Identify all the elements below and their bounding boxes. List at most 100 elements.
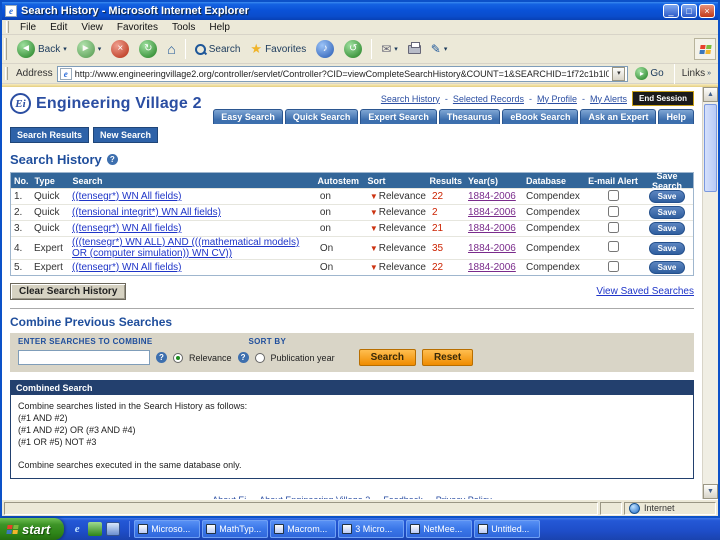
scrollbar-thumb[interactable] bbox=[704, 104, 717, 192]
sort-desc-icon[interactable]: ▼ bbox=[370, 192, 378, 201]
menu-tools[interactable]: Tools bbox=[165, 22, 202, 33]
maximize-button[interactable]: □ bbox=[681, 4, 697, 18]
link-selected-records[interactable]: Selected Records bbox=[453, 94, 524, 104]
email-alert-checkbox[interactable] bbox=[607, 260, 619, 272]
link-my-profile[interactable]: My Profile bbox=[537, 94, 577, 104]
minimize-button[interactable]: _ bbox=[663, 4, 679, 18]
tab-search-results[interactable]: Search Results bbox=[10, 127, 90, 143]
menu-edit[interactable]: Edit bbox=[43, 22, 74, 33]
scroll-up-button[interactable]: ▲ bbox=[703, 87, 718, 102]
edit-button[interactable]: ✎ ▾ bbox=[427, 40, 452, 58]
address-input[interactable] bbox=[74, 68, 610, 79]
forward-button[interactable]: ► ▾ bbox=[73, 38, 106, 60]
menu-file[interactable]: File bbox=[13, 22, 43, 33]
save-search-button[interactable]: Save bbox=[649, 222, 685, 235]
tab-new-search[interactable]: New Search bbox=[93, 127, 159, 143]
edit-dropdown-icon[interactable]: ▾ bbox=[444, 45, 448, 53]
years-link[interactable]: 1884-2006 bbox=[468, 262, 516, 273]
print-button[interactable] bbox=[404, 41, 425, 56]
email-alert-checkbox[interactable] bbox=[607, 221, 619, 233]
tab-expert-search[interactable]: Expert Search bbox=[360, 109, 437, 124]
refresh-button[interactable]: ↻ bbox=[135, 38, 161, 60]
show-desktop-icon[interactable] bbox=[106, 522, 121, 536]
task-button[interactable]: Microso... bbox=[134, 520, 201, 538]
menu-view[interactable]: View bbox=[74, 22, 110, 33]
go-button[interactable]: ▸ Go bbox=[632, 67, 666, 80]
email-alert-checkbox[interactable] bbox=[607, 189, 619, 201]
years-link[interactable]: 1884-2006 bbox=[468, 243, 516, 254]
menu-help[interactable]: Help bbox=[202, 22, 237, 33]
email-alert-checkbox[interactable] bbox=[607, 241, 619, 252]
link-search-history[interactable]: Search History bbox=[381, 94, 440, 104]
help-icon[interactable]: ? bbox=[156, 352, 167, 363]
links-toolbar[interactable]: Links » bbox=[682, 68, 715, 79]
quicklaunch-app-icon[interactable] bbox=[88, 522, 103, 536]
toolbar-grip[interactable] bbox=[4, 37, 7, 61]
menu-favorites[interactable]: Favorites bbox=[110, 22, 165, 33]
link-my-alerts[interactable]: My Alerts bbox=[590, 94, 627, 104]
years-link[interactable]: 1884-2006 bbox=[468, 191, 516, 202]
mail-dropdown-icon[interactable]: ▾ bbox=[394, 45, 398, 53]
tab-easy-search[interactable]: Easy Search bbox=[213, 109, 283, 124]
clear-search-history-button[interactable]: Clear Search History bbox=[10, 283, 127, 300]
address-dropdown-button[interactable]: ▾ bbox=[612, 66, 626, 81]
tab-help[interactable]: Help bbox=[658, 109, 694, 124]
footer-about-ei[interactable]: About Ei bbox=[212, 495, 246, 499]
start-button[interactable]: start bbox=[0, 518, 65, 540]
task-button[interactable]: MathTyp... bbox=[202, 520, 269, 538]
home-button[interactable]: ⌂ bbox=[163, 39, 179, 59]
favorites-button[interactable]: ★ Favorites bbox=[246, 39, 310, 59]
sort-desc-icon[interactable]: ▼ bbox=[370, 263, 378, 272]
quicklaunch-ie-icon[interactable]: e bbox=[70, 522, 84, 536]
combine-search-button[interactable]: Search bbox=[358, 349, 416, 366]
search-button[interactable]: Search bbox=[191, 42, 245, 57]
save-search-button[interactable]: Save bbox=[649, 206, 685, 219]
tab-ebook-search[interactable]: eBook Search bbox=[502, 109, 579, 124]
sort-desc-icon[interactable]: ▼ bbox=[370, 208, 378, 217]
radio-publication-year[interactable] bbox=[254, 352, 265, 363]
search-link[interactable]: ((tensegr*) WN All fields) bbox=[72, 191, 181, 202]
media-button[interactable]: ♪ bbox=[312, 38, 338, 60]
sort-desc-icon[interactable]: ▼ bbox=[370, 244, 378, 253]
help-icon[interactable]: ? bbox=[237, 352, 249, 363]
mail-button[interactable]: ✉ ▾ bbox=[377, 40, 402, 58]
close-button[interactable]: × bbox=[699, 4, 715, 18]
tab-thesaurus[interactable]: Thesaurus bbox=[438, 109, 501, 124]
scroll-down-button[interactable]: ▼ bbox=[703, 484, 718, 499]
save-search-button[interactable]: Save bbox=[649, 241, 685, 255]
forward-dropdown-icon[interactable]: ▾ bbox=[98, 45, 102, 53]
footer-about-ev2[interactable]: About Engineering Village 2 bbox=[259, 495, 370, 499]
combine-searches-input[interactable] bbox=[18, 350, 150, 365]
toolbar-grip[interactable] bbox=[6, 21, 9, 33]
search-link[interactable]: ((tensegr*) WN All fields) bbox=[72, 262, 181, 273]
footer-feedback[interactable]: Feedback bbox=[383, 495, 423, 499]
task-button[interactable]: Untitled... bbox=[474, 520, 541, 538]
end-session-button[interactable]: End Session bbox=[631, 91, 694, 106]
years-link[interactable]: 1884-2006 bbox=[468, 223, 516, 234]
radio-relevance[interactable] bbox=[173, 352, 183, 363]
task-button[interactable]: NetMee... bbox=[406, 520, 473, 538]
task-button[interactable]: 3 Micro... bbox=[338, 520, 405, 538]
save-search-button[interactable]: Save bbox=[649, 190, 685, 203]
search-link[interactable]: (((tensegr*) WN ALL) AND (((mathematical… bbox=[72, 237, 299, 259]
search-link[interactable]: ((tensional integrit*) WN All fields) bbox=[72, 207, 221, 218]
view-saved-searches-link[interactable]: View Saved Searches bbox=[596, 286, 694, 297]
back-dropdown-icon[interactable]: ▾ bbox=[63, 45, 67, 53]
task-button[interactable]: Macrom... bbox=[270, 520, 337, 538]
tab-ask-an-expert[interactable]: Ask an Expert bbox=[580, 109, 657, 124]
sort-desc-icon[interactable]: ▼ bbox=[370, 224, 378, 233]
back-button[interactable]: ◄ Back ▾ bbox=[13, 38, 71, 60]
help-icon[interactable]: ? bbox=[106, 154, 118, 165]
footer-privacy-policy[interactable]: Privacy Policy bbox=[436, 495, 492, 499]
save-search-button[interactable]: Save bbox=[649, 261, 685, 274]
combine-reset-button[interactable]: Reset bbox=[421, 349, 474, 366]
toolbar-grip[interactable] bbox=[5, 66, 8, 81]
search-link[interactable]: ((tensegr*) WN All fields) bbox=[72, 223, 181, 234]
tab-quick-search[interactable]: Quick Search bbox=[284, 109, 359, 124]
email-alert-checkbox[interactable] bbox=[607, 205, 619, 217]
stop-button[interactable]: × bbox=[107, 38, 133, 60]
history-button[interactable]: ↺ bbox=[340, 38, 366, 60]
years-link[interactable]: 1884-2006 bbox=[468, 207, 516, 218]
separator: - bbox=[251, 495, 254, 499]
vertical-scrollbar[interactable]: ▲ ▼ bbox=[702, 87, 718, 499]
